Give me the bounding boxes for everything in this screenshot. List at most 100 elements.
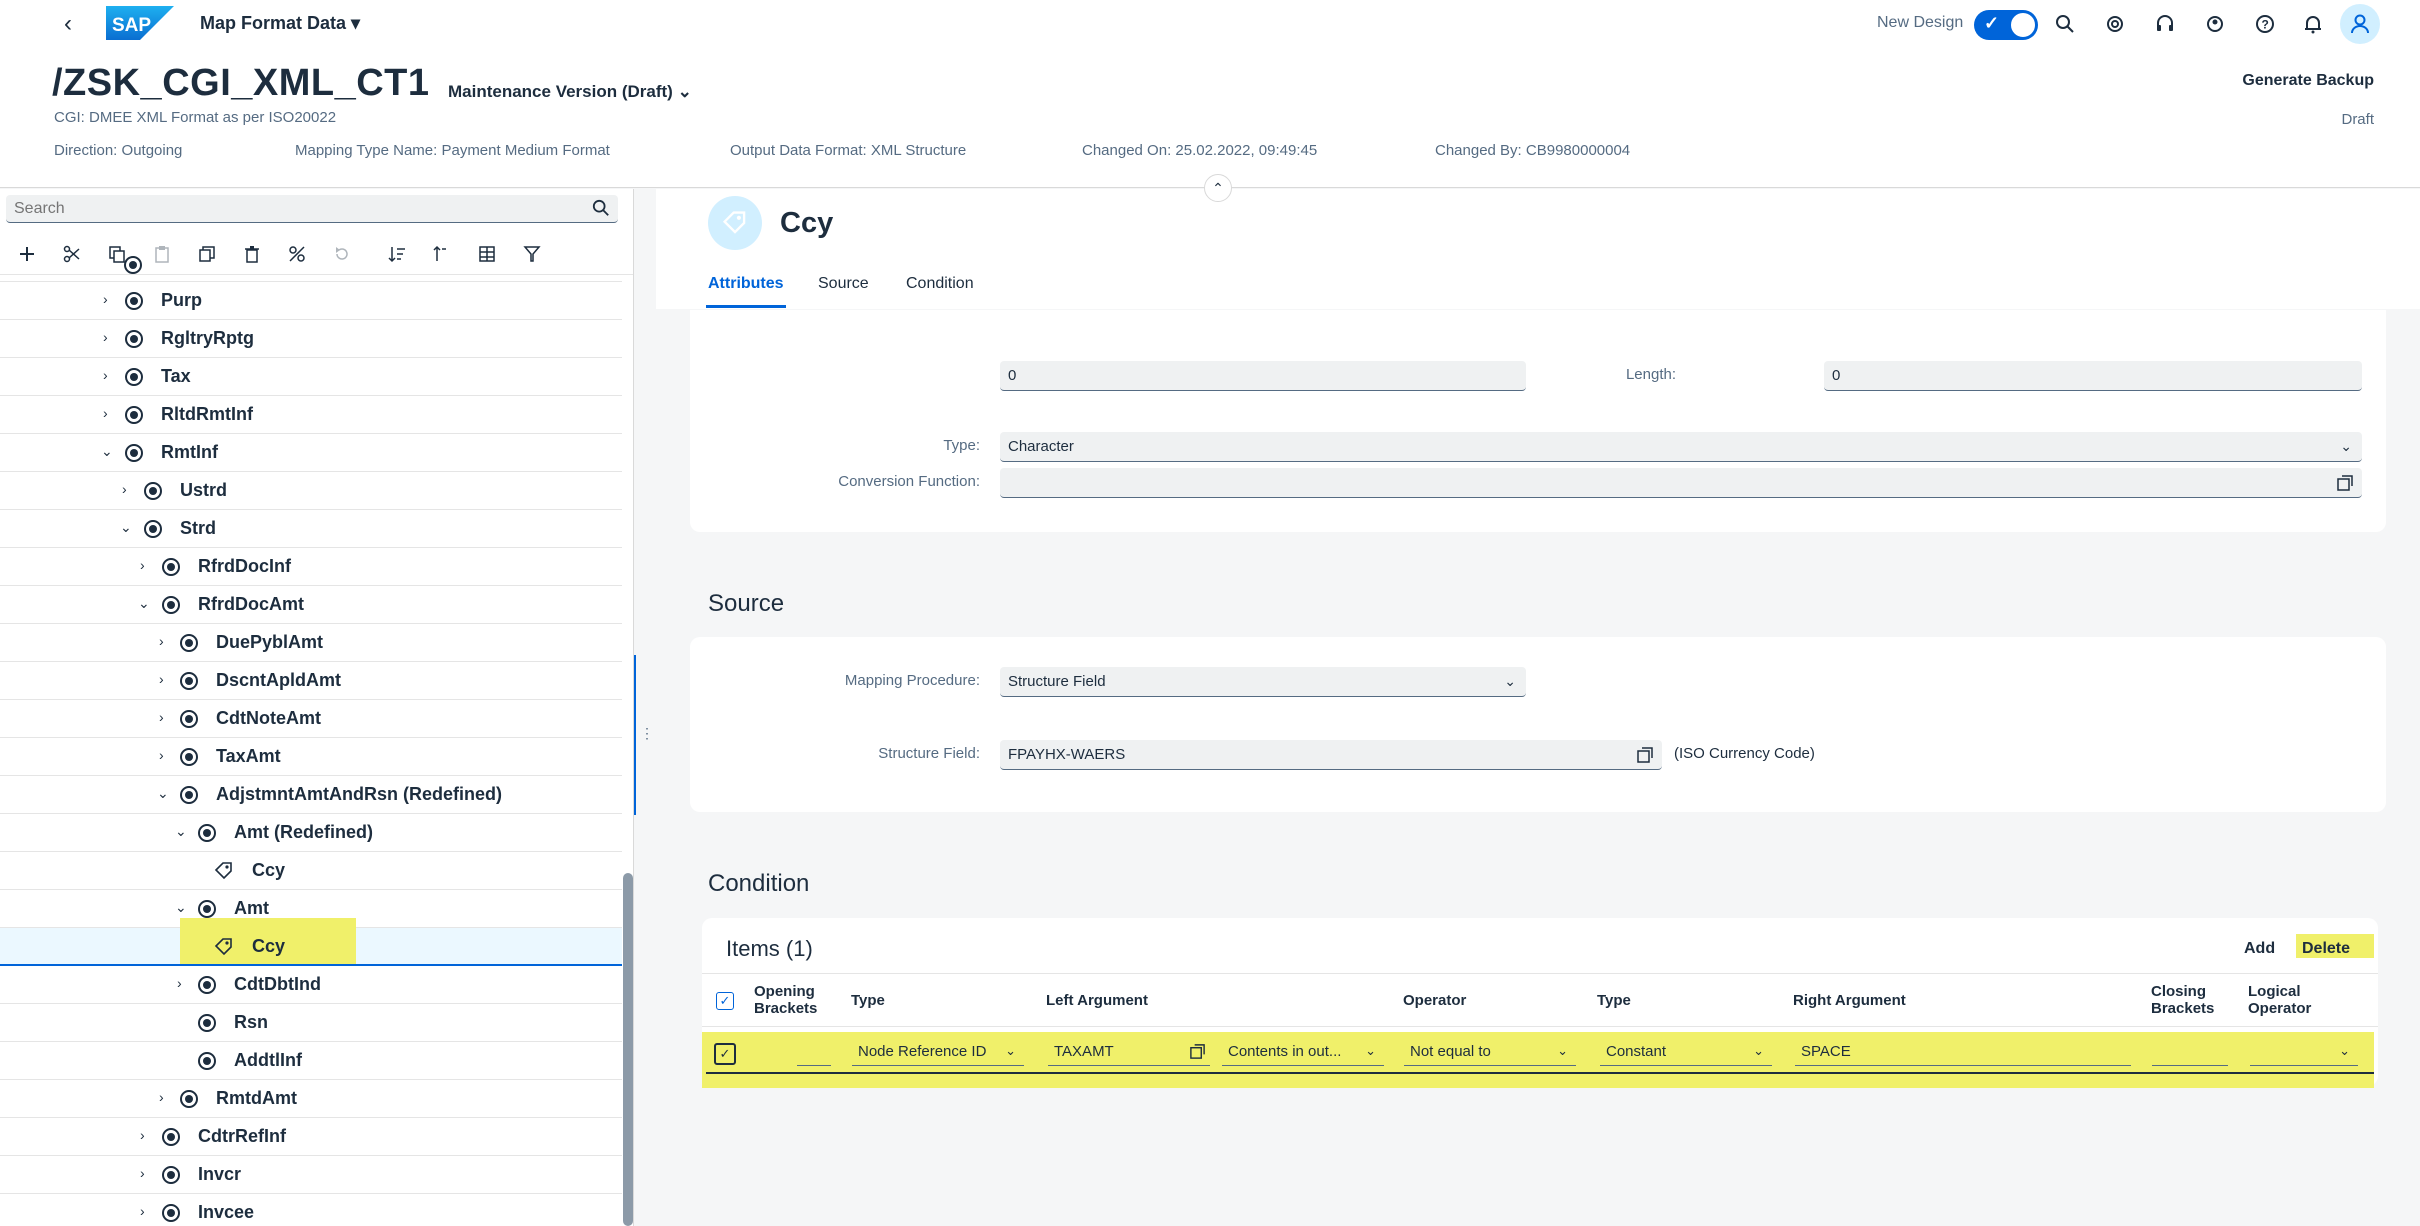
tree-node-label: Ccy	[252, 936, 286, 956]
bell-icon[interactable]	[2300, 11, 2326, 37]
chevron-right-icon[interactable]: ›	[159, 1090, 173, 1104]
tree-row[interactable]: › DscntApldAmt	[0, 662, 624, 700]
version-selector[interactable]: Maintenance Version (Draft) ⌄	[448, 82, 692, 102]
type-select[interactable]: Node Reference ID ⌄	[852, 1038, 1024, 1066]
chevron-right-icon[interactable]: ›	[103, 292, 117, 306]
chevron-down-icon[interactable]: ⌄	[138, 596, 152, 610]
tree-row[interactable]: Rsn	[0, 1004, 624, 1042]
value-help-icon[interactable]	[1189, 1043, 1206, 1060]
tree-row[interactable]: ⌄ Strd	[0, 510, 624, 548]
tree-node-label: RmtInf	[161, 442, 218, 462]
header-attribute-mapping-type: Mapping Type Name: Payment Medium Format	[295, 142, 610, 159]
tree-row[interactable]: › CdtDbtInd	[0, 966, 624, 1004]
opening-brackets-input[interactable]	[797, 1038, 831, 1066]
delete-button[interactable]: Delete	[2302, 940, 2350, 958]
chevron-right-icon[interactable]: ›	[159, 634, 173, 648]
tree-row[interactable]: Ccy	[0, 852, 624, 890]
closing-brackets-input[interactable]	[2152, 1038, 2228, 1066]
tree-row[interactable]: › RltdRmtInf	[0, 396, 624, 434]
new-design-toggle[interactable]: ✓	[1974, 10, 2038, 40]
chevron-right-icon[interactable]: ›	[159, 672, 173, 686]
chevron-down-icon: ⌄	[1504, 673, 1516, 689]
chevron-down-icon[interactable]: ⌄	[120, 520, 134, 534]
chevron-right-icon[interactable]: ›	[140, 1128, 154, 1142]
chevron-right-icon[interactable]: ›	[159, 748, 173, 762]
add-button[interactable]: Add	[2244, 940, 2275, 958]
tree-scrollbar-thumb[interactable]	[623, 873, 633, 1226]
target-offset-input[interactable]: 0	[1824, 361, 2362, 391]
tree-row[interactable]: ⌄ AdjstmntAmtAndRsn (Redefined)	[0, 776, 624, 814]
chevron-right-icon[interactable]: ›	[122, 482, 136, 496]
tree-row[interactable]: › Invcee	[0, 1194, 624, 1226]
app-title-menu[interactable]: Map Format Data ▾	[200, 13, 360, 34]
value-help-icon[interactable]	[2336, 474, 2354, 492]
tree-row[interactable]: › RfrdDocInf	[0, 548, 624, 586]
chevron-right-icon[interactable]: ›	[177, 976, 191, 990]
chevron-right-icon[interactable]: ›	[140, 1204, 154, 1218]
node-icon	[198, 824, 216, 842]
chevron-down-icon[interactable]: ⌄	[175, 824, 189, 838]
right-argument-input[interactable]: SPACE	[1795, 1038, 2131, 1066]
tree-row-selected[interactable]: Ccy	[0, 918, 624, 966]
chevron-right-icon[interactable]: ›	[140, 558, 154, 572]
chevron-right-icon[interactable]: ›	[103, 406, 117, 420]
tree-row[interactable]: ⌄ RmtInf	[0, 434, 624, 472]
search-input[interactable]	[14, 198, 574, 220]
chevron-down-icon[interactable]: ⌄	[175, 900, 189, 914]
back-icon[interactable]: ‹	[64, 10, 72, 38]
notification-settings-icon[interactable]	[2202, 11, 2228, 37]
tree-row[interactable]: › Tax	[0, 358, 624, 396]
chevron-down-icon[interactable]: ⌄	[157, 786, 171, 800]
search-icon[interactable]	[592, 199, 610, 222]
conversion-function-input[interactable]	[1000, 468, 2362, 498]
value-help-icon[interactable]	[1636, 746, 1654, 764]
sap-logo[interactable]: SAP	[106, 6, 174, 40]
length-input[interactable]: 0	[1000, 361, 1526, 391]
chevron-right-icon[interactable]: ›	[140, 1166, 154, 1180]
chevron-right-icon[interactable]: ›	[103, 330, 117, 344]
column-right-argument: Right Argument	[1793, 992, 1906, 1009]
operator-select[interactable]: Not equal to ⌄	[1404, 1038, 1576, 1066]
left-argument-input[interactable]: TAXAMT	[1048, 1038, 1210, 1066]
tree-row[interactable]: › CdtNoteAmt	[0, 700, 624, 738]
row-checkbox[interactable]: ✓	[714, 1043, 736, 1065]
tree-row[interactable]: ⌄ RfrdDocAmt	[0, 586, 624, 624]
user-avatar[interactable]	[2340, 4, 2380, 44]
tree-row[interactable]: › Purp	[0, 282, 624, 320]
node-icon	[198, 1052, 216, 1070]
headset-icon[interactable]	[2152, 11, 2178, 37]
status-text: Draft	[2341, 111, 2374, 128]
tree-row[interactable]: › RmtdAmt	[0, 1080, 624, 1118]
tree-node-label: Tax	[161, 366, 191, 386]
type-2-select[interactable]: Constant ⌄	[1600, 1038, 1772, 1066]
tab-attributes[interactable]: Attributes	[708, 275, 784, 293]
tree-row[interactable]: › CdtrRefInf	[0, 1118, 624, 1156]
tree-row[interactable]: AddtlInf	[0, 1042, 624, 1080]
help-icon[interactable]: ?	[2252, 11, 2278, 37]
tab-source[interactable]: Source	[818, 275, 869, 293]
tree-row[interactable]: › TaxAmt	[0, 738, 624, 776]
chevron-down-icon[interactable]: ⌄	[101, 444, 115, 458]
splitter-grip-icon[interactable]: ⋮	[640, 725, 654, 742]
tab-condition[interactable]: Condition	[906, 275, 974, 293]
structure-field-input[interactable]: FPAYHX-WAERS	[1000, 740, 1662, 770]
mapping-procedure-select[interactable]: Structure Field ⌄	[1000, 667, 1526, 697]
tree-row[interactable]: › DuePyblAmt	[0, 624, 624, 662]
chevron-right-icon[interactable]: ›	[103, 368, 117, 382]
tree-row[interactable]: › Invcr	[0, 1156, 624, 1194]
select-all-checkbox[interactable]: ✓	[716, 992, 734, 1010]
left-argument-type-select[interactable]: Contents in out... ⌄	[1222, 1038, 1384, 1066]
search-field[interactable]	[6, 195, 618, 223]
node-icon	[162, 1128, 180, 1146]
collapse-header-button[interactable]: ⌃	[1204, 174, 1232, 202]
type-select[interactable]: Character ⌄	[1000, 432, 2362, 462]
tree-row[interactable]: › Ustrd	[0, 472, 624, 510]
tree-row[interactable]: › RgltryRptg	[0, 320, 624, 358]
chevron-down-icon: ⌄	[1557, 1043, 1568, 1058]
search-icon[interactable]	[2052, 11, 2078, 37]
tree-row[interactable]: ⌄ Amt (Redefined)	[0, 814, 624, 852]
logical-operator-select[interactable]: ⌄	[2250, 1038, 2358, 1066]
generate-backup-button[interactable]: Generate Backup	[2242, 72, 2374, 90]
joule-icon[interactable]	[2102, 11, 2128, 37]
chevron-right-icon[interactable]: ›	[159, 710, 173, 724]
